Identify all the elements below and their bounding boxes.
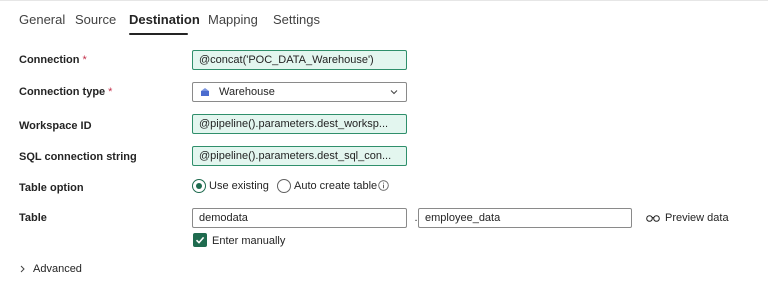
active-tab-indicator bbox=[129, 33, 188, 35]
tab-general[interactable]: General bbox=[19, 12, 65, 28]
glasses-icon bbox=[646, 215, 660, 222]
checkmark-icon bbox=[195, 236, 205, 244]
chevron-right-icon bbox=[20, 265, 25, 273]
connection-type-value: Warehouse bbox=[219, 86, 275, 98]
auto-create-table-radio[interactable] bbox=[277, 179, 291, 193]
workspace-id-field[interactable]: @pipeline().parameters.dest_worksp... bbox=[192, 114, 407, 134]
required-mark: * bbox=[82, 54, 87, 66]
table-label: Table bbox=[19, 212, 47, 224]
use-existing-label[interactable]: Use existing bbox=[209, 179, 269, 193]
connection-type-dropdown[interactable]: Warehouse bbox=[192, 82, 407, 102]
connection-label: Connection * bbox=[19, 54, 87, 66]
tab-source[interactable]: Source bbox=[75, 12, 116, 28]
workspace-id-label: Workspace ID bbox=[19, 120, 92, 132]
required-mark: * bbox=[108, 86, 113, 98]
tab-destination[interactable]: Destination bbox=[129, 12, 200, 28]
table-option-label: Table option bbox=[19, 182, 84, 194]
tab-mapping[interactable]: Mapping bbox=[208, 12, 258, 28]
info-icon[interactable] bbox=[378, 180, 389, 191]
tab-bar: General Source Destination Mapping Setti… bbox=[0, 0, 768, 36]
enter-manually-label[interactable]: Enter manually bbox=[212, 234, 285, 248]
connection-field[interactable]: @concat('POC_DATA_Warehouse') bbox=[192, 50, 407, 70]
preview-data-label: Preview data bbox=[665, 212, 729, 224]
tab-settings[interactable]: Settings bbox=[273, 12, 320, 28]
table-schema-field[interactable]: demodata bbox=[192, 208, 407, 228]
chevron-down-icon bbox=[390, 90, 398, 95]
table-name-field[interactable]: employee_data bbox=[418, 208, 632, 228]
use-existing-radio[interactable] bbox=[192, 179, 206, 193]
sql-connection-string-field[interactable]: @pipeline().parameters.dest_sql_con... bbox=[192, 146, 407, 166]
sql-connection-string-label: SQL connection string bbox=[19, 151, 137, 163]
auto-create-table-label[interactable]: Auto create table bbox=[294, 179, 377, 193]
enter-manually-checkbox[interactable] bbox=[193, 233, 207, 247]
warehouse-icon bbox=[201, 88, 209, 96]
connection-type-label: Connection type * bbox=[19, 86, 113, 98]
advanced-label: Advanced bbox=[33, 263, 82, 275]
